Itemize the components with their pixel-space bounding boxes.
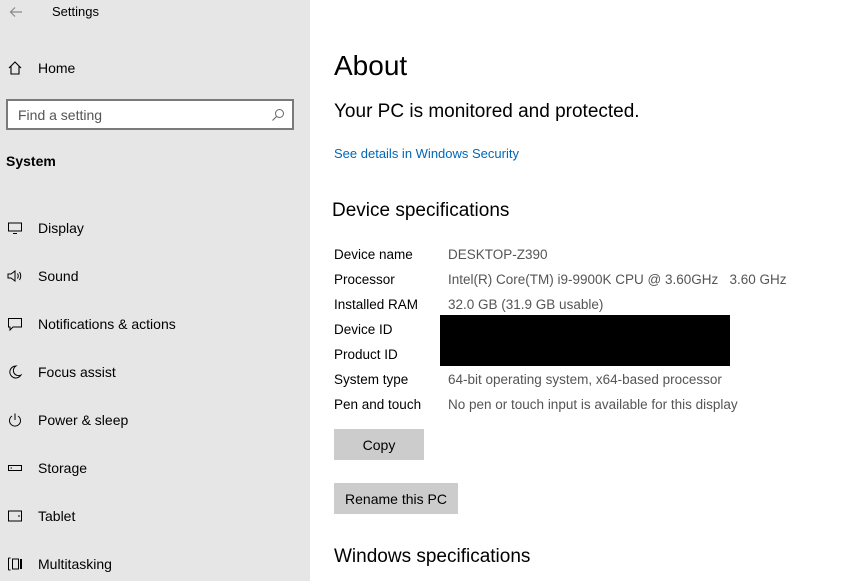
spec-label: Device ID: [334, 321, 393, 337]
app-title: Settings: [52, 4, 99, 19]
sidebar-item-multitasking[interactable]: Multitasking: [0, 540, 310, 581]
sidebar-item-label: Tablet: [38, 508, 76, 524]
storage-icon: [6, 459, 24, 477]
search-box[interactable]: [6, 99, 294, 130]
monitor-icon: [6, 219, 24, 237]
sidebar-nav: Display Sound Notifications & actions Fo…: [0, 204, 310, 581]
spec-value: DESKTOP-Z390: [448, 246, 548, 262]
moon-icon: [6, 363, 24, 381]
spec-label: Pen and touch: [334, 396, 422, 412]
notification-icon: [6, 315, 24, 333]
spec-value: 32.0 GB (31.9 GB usable): [448, 296, 604, 312]
sidebar-item-display[interactable]: Display: [0, 204, 310, 252]
sidebar-item-label: Sound: [38, 268, 79, 284]
sidebar-item-focus-assist[interactable]: Focus assist: [0, 348, 310, 396]
rename-pc-button[interactable]: Rename this PC: [334, 483, 458, 514]
spec-row-device-name: Device name DESKTOP-Z390: [334, 243, 854, 265]
section-title: System: [6, 153, 56, 169]
main-content: About Your PC is monitored and protected…: [310, 0, 867, 581]
sidebar: Settings Home System Display Sound: [0, 0, 310, 581]
tablet-icon: [6, 507, 24, 525]
spec-value: 64-bit operating system, x64-based proce…: [448, 371, 722, 387]
sidebar-item-label: Multitasking: [38, 556, 112, 572]
sidebar-item-label: Storage: [38, 460, 88, 476]
device-specifications-heading: Device specifications: [332, 200, 510, 221]
search-icon[interactable]: [270, 107, 286, 123]
windows-specifications-heading: Windows specifications: [334, 546, 531, 567]
home-icon: [6, 59, 24, 77]
sidebar-item-label: Power & sleep: [38, 412, 129, 428]
back-button[interactable]: [6, 2, 26, 22]
sidebar-item-power-sleep[interactable]: Power & sleep: [0, 396, 310, 444]
spec-label: System type: [334, 371, 409, 387]
back-arrow-icon: [9, 7, 22, 17]
spec-value: No pen or touch input is available for t…: [448, 396, 738, 412]
redaction-block: [440, 315, 730, 366]
sidebar-item-notifications[interactable]: Notifications & actions: [0, 300, 310, 348]
sidebar-item-label: Focus assist: [38, 364, 116, 380]
copy-button[interactable]: Copy: [334, 429, 424, 460]
power-icon: [6, 411, 24, 429]
sidebar-item-sound[interactable]: Sound: [0, 252, 310, 300]
sidebar-item-label: Notifications & actions: [38, 316, 176, 332]
spec-row-system-type: System type 64-bit operating system, x64…: [334, 368, 854, 390]
sidebar-item-home[interactable]: Home: [0, 52, 310, 84]
spec-row-pen-touch: Pen and touch No pen or touch input is a…: [334, 393, 854, 415]
multitasking-icon: [6, 555, 24, 573]
spec-label: Device name: [334, 246, 413, 262]
sidebar-item-label: Display: [38, 220, 84, 236]
protection-status: Your PC is monitored and protected.: [334, 101, 640, 122]
sidebar-item-storage[interactable]: Storage: [0, 444, 310, 492]
windows-security-link[interactable]: See details in Windows Security: [334, 146, 519, 161]
speaker-icon: [6, 267, 24, 285]
search-input[interactable]: [18, 105, 258, 125]
spec-label: Product ID: [334, 346, 398, 362]
spec-row-installed-ram: Installed RAM 32.0 GB (31.9 GB usable): [334, 293, 854, 315]
page-title: About: [334, 50, 408, 81]
spec-value: Intel(R) Core(TM) i9-9900K CPU @ 3.60GHz…: [448, 271, 787, 287]
spec-label: Processor: [334, 271, 395, 287]
sidebar-item-tablet[interactable]: Tablet: [0, 492, 310, 540]
spec-label: Installed RAM: [334, 296, 419, 312]
spec-row-processor: Processor Intel(R) Core(TM) i9-9900K CPU…: [334, 268, 854, 290]
sidebar-item-label: Home: [38, 60, 76, 76]
